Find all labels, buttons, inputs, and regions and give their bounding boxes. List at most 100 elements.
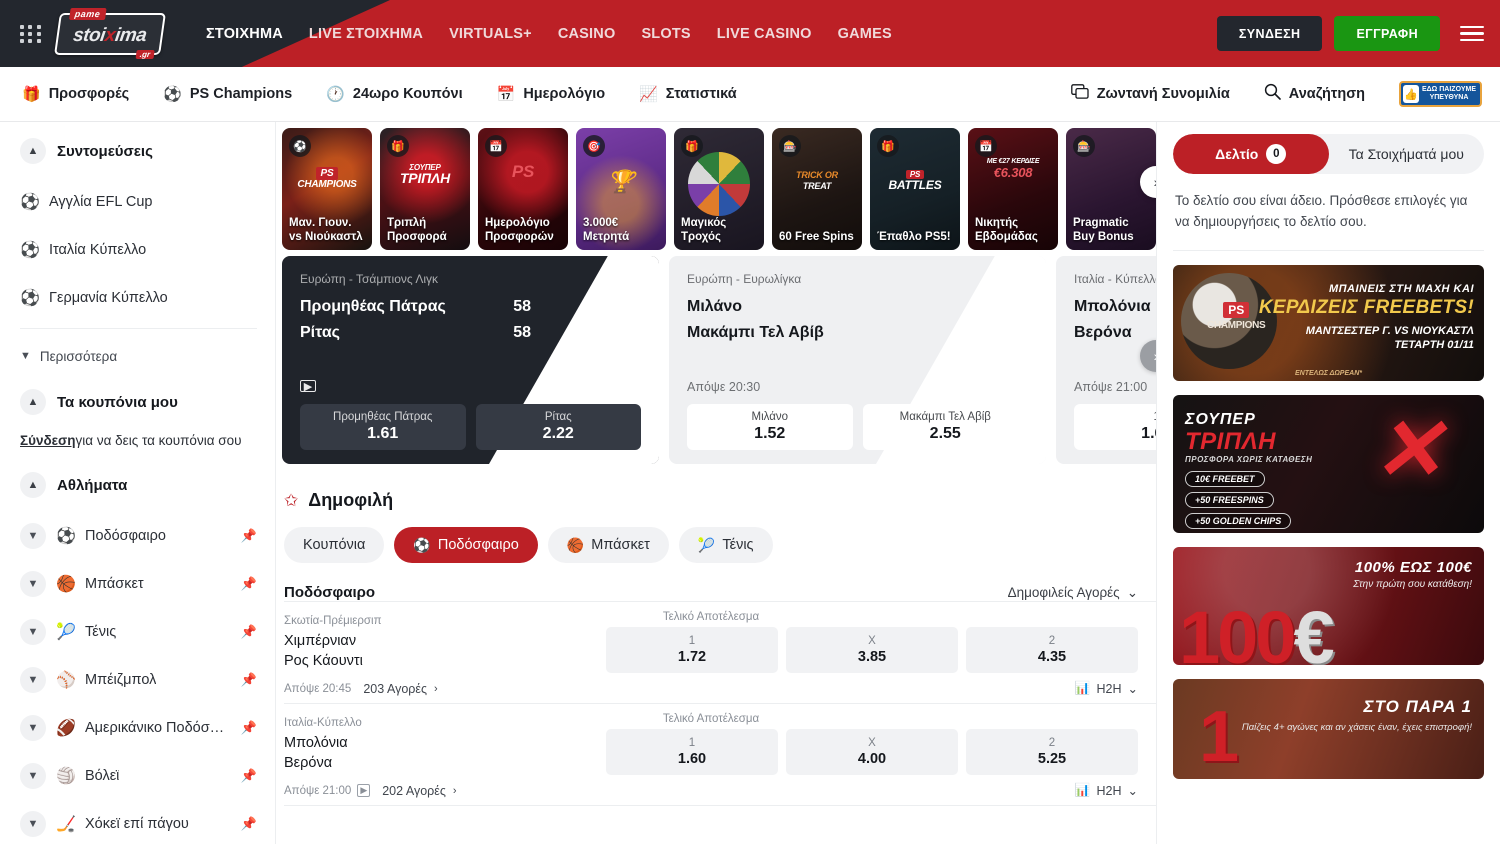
markets-count[interactable]: 202 Αγορές [382,784,446,798]
subnav-item-24h-coupon[interactable]: 🕐 24ωρο Κουπόνι [326,86,462,102]
apps-grid-icon[interactable] [14,21,48,47]
h2h-button[interactable]: 📊 H2H ⌄ [1075,681,1138,696]
responsible-gaming-badge[interactable]: 👍 ΕΔΩ ΠΑΙΖΟΥΜΕ ΥΠΕΥΘΥΝΑ [1399,81,1482,107]
sidebar-item-basketball[interactable]: ▼ 🏀 Μπάσκετ 📌 [20,560,257,608]
search-icon [1264,83,1281,105]
odd-button-x[interactable]: X 4.00 [786,729,958,775]
live-stream-icon[interactable]: ▶ [300,380,316,392]
odd-button-home[interactable]: 1 1.60 [1074,404,1156,450]
subnav-item-ps-champions[interactable]: ⚽ PS Champions [163,86,292,102]
nav-casino[interactable]: CASINO [558,26,616,42]
sidebar-item-volleyball[interactable]: ▼ 🏐 Βόλεϊ 📌 [20,752,257,800]
odd-button-away[interactable]: Μακάμπι Τελ Αβίβ 2.55 [863,404,1029,450]
odd-button-x[interactable]: X 3.85 [786,627,958,673]
sidebar-item-italy-cup[interactable]: ⚽ Ιταλία Κύπελλο [20,226,257,274]
match-teams[interactable]: Χιμπέρνιαν Ρος Κάουντι [284,627,574,671]
sidebar-item-ice-hockey[interactable]: ▼ 🏒 Χόκεϊ επί πάγου 📌 [20,800,257,844]
sidebar-more-button[interactable]: ▼ Περισσότερα [20,335,257,377]
promo-tile-ps-battles[interactable]: 🎁 PSBATTLES Έπαθλο PS5! [870,128,960,250]
pin-icon[interactable]: 📌 [241,672,257,688]
tab-tennis[interactable]: 🎾 Τένις [679,527,773,563]
sidebar-item-football[interactable]: ▼ ⚽ Ποδόσφαιρο 📌 [20,512,257,560]
promo-tile-3000-cash[interactable]: 🎯 🏆 3.000€ Μετρητά [576,128,666,250]
odd-button-2[interactable]: 2 4.35 [966,627,1138,673]
promo-tile-60-free-spins[interactable]: 🎰 TRICK ORTREAT 60 Free Spins [772,128,862,250]
tab-basketball[interactable]: 🏀 Μπάσκετ [548,527,669,563]
markets-selector[interactable]: Δημοφιλείς Αγορές ⌄ [1008,585,1138,601]
promo-tile-triple-offer[interactable]: 🎁 ΣΟΥΠΕΡΤΡΙΠΛΗ Τριπλή Προσφορά [380,128,470,250]
target-icon: 🎯 [583,135,605,157]
pin-icon[interactable]: 📌 [241,576,257,592]
featured-match-card-2[interactable]: Ευρώπη - Ευρωλίγκα Μιλάνο Μακάμπι Τελ Αβ… [669,256,1046,464]
pin-icon[interactable]: 📌 [241,720,257,736]
match-teams[interactable]: Μπολόνια Βερόνα [284,729,574,773]
nav-live-stoixima[interactable]: LIVE ΣΤΟΙΧΗΜΑ [309,26,423,42]
promo-tile-offers-calendar[interactable]: 📅 PS Ημερολόγιο Προσφορών [478,128,568,250]
chevron-down-icon[interactable]: ▼ [20,619,46,645]
promo-tile-ps-champions[interactable]: ⚽ PSCHAMPIONS Μαν. Γιουν. vs Νιούκαστλ [282,128,372,250]
chevron-down-icon[interactable]: ▼ [20,811,46,837]
sidebar-item-american-football[interactable]: ▼ 🏈 Αμερικάνικο Ποδόσ… 📌 [20,704,257,752]
featured-match-card-1[interactable]: Ευρώπη - Τσάμπιονς Λιγκ Προμηθέας Πάτρας… [282,256,659,464]
promo-tile-magic-wheel[interactable]: 🎁 Μαγικός Τροχός [674,128,764,250]
hamburger-menu-icon[interactable] [1460,26,1484,42]
pin-icon[interactable]: 📌 [241,768,257,784]
site-logo[interactable]: pame stoiXima .gr [56,11,164,57]
sidebar-item-baseball[interactable]: ▼ ⚾ Μπέιζμπολ 📌 [20,656,257,704]
odd-button-2[interactable]: 2 5.25 [966,729,1138,775]
sidebar-item-tennis[interactable]: ▼ 🎾 Τένις 📌 [20,608,257,656]
markets-count[interactable]: 203 Αγορές [363,682,427,696]
h2h-button[interactable]: 📊 H2H ⌄ [1075,783,1138,798]
odd-button-1[interactable]: 1 1.60 [606,729,778,775]
nav-slots[interactable]: SLOTS [641,26,690,42]
odd-button-home[interactable]: Μιλάνο 1.52 [687,404,853,450]
chevron-down-icon[interactable]: ▼ [20,571,46,597]
promo-banner-sto-para-1[interactable]: 1 ΣΤΟ ΠΑΡΑ 1 Παίζεις 4+ αγώνες και αν χά… [1173,679,1484,779]
odd-button-home[interactable]: Προμηθέας Πάτρας 1.61 [300,404,466,450]
subnav-item-calendar[interactable]: 📅 Ημερολόγιο [497,86,605,102]
chevron-right-icon[interactable]: › [453,785,457,797]
odd-button-away[interactable]: Ρίτας 2.22 [476,404,642,450]
promo-banner-super-triple[interactable]: ✕ ΣΟΥΠΕΡ ΤΡΙΠΛΗ ΠΡΟΣΦΟΡΑ ΧΩΡΙΣ ΚΑΤΑΘΕΣΗ … [1173,395,1484,533]
tab-my-bets[interactable]: Τα Στοιχήματά μου [1329,134,1485,174]
sidebar-item-efl-cup[interactable]: ⚽ Αγγλία EFL Cup [20,178,257,226]
pin-icon[interactable]: 📌 [241,528,257,544]
login-button[interactable]: ΣΥΝΔΕΣΗ [1217,16,1323,51]
sidebar-more-label: Περισσότερα [40,349,117,364]
chevron-right-icon[interactable]: › [434,683,438,695]
chat-icon [1071,84,1089,105]
sidebar-divider [20,328,257,329]
subnav-item-offers[interactable]: 🎁 Προσφορές [22,86,129,102]
sidebar-section-shortcuts[interactable]: ▲ Συντομεύσεις [20,138,257,164]
chevron-down-icon[interactable]: ▼ [20,667,46,693]
coupons-login-link[interactable]: Σύνδεση [20,433,76,448]
promo-tile-weekly-winner[interactable]: 📅 ΜΕ €27 ΚΕΡΔΙΣΕ€6.308 Νικητής Εβδομάδας [968,128,1058,250]
nav-live-casino[interactable]: LIVE CASINO [717,26,812,42]
tab-betslip[interactable]: Δελτίο 0 [1173,134,1329,174]
odd-button-1[interactable]: 1 1.72 [606,627,778,673]
match-row-header: Σκωτία-Πρέμιερσιπ Τελικό Αποτέλεσμα [284,611,1138,627]
sidebar-item-germany-cup[interactable]: ⚽ Γερμανία Κύπελλο [20,274,257,322]
odd-value: 1.52 [754,425,785,443]
nav-stoixima[interactable]: ΣΤΟΙΧΗΜΑ [206,26,283,42]
sidebar-section-sports[interactable]: ▲ Αθλήματα [20,472,257,498]
banner-line2: Στην πρώτη σου κατάθεση! [1353,579,1472,590]
promo-banner-deposit-bonus[interactable]: 100% ΕΩΣ 100€ Στην πρώτη σου κατάθεση! 1… [1173,547,1484,665]
chevron-down-icon[interactable]: ▼ [20,523,46,549]
tab-football[interactable]: ⚽ Ποδόσφαιρο [394,527,537,563]
live-chat-button[interactable]: Ζωντανή Συνομιλία [1071,84,1230,105]
nav-games[interactable]: GAMES [838,26,892,42]
chevron-down-icon[interactable]: ▼ [20,715,46,741]
pin-icon[interactable]: 📌 [241,624,257,640]
tab-coupons[interactable]: Κουπόνια [284,527,384,563]
promo-banner-ps-champions[interactable]: PS CHAMPIONS ΜΠΑΙΝΕΙΣ ΣΤΗ ΜΑΧΗ ΚΑΙ ΚΕΡΔΙ… [1173,265,1484,381]
register-button[interactable]: ΕΓΓΡΑΦΗ [1334,16,1440,51]
pin-icon[interactable]: 📌 [241,816,257,832]
gift-icon: 🎁 [387,135,409,157]
subnav-item-statistics[interactable]: 📈 Στατιστικά [639,86,737,102]
basketball-icon: 🏀 [56,574,75,594]
sidebar-section-my-coupons[interactable]: ▲ Τα κουπόνια μου [20,389,257,415]
chevron-down-icon[interactable]: ▼ [20,763,46,789]
nav-virtuals[interactable]: VIRTUALS+ [449,26,532,42]
search-button[interactable]: Αναζήτηση [1264,83,1365,105]
